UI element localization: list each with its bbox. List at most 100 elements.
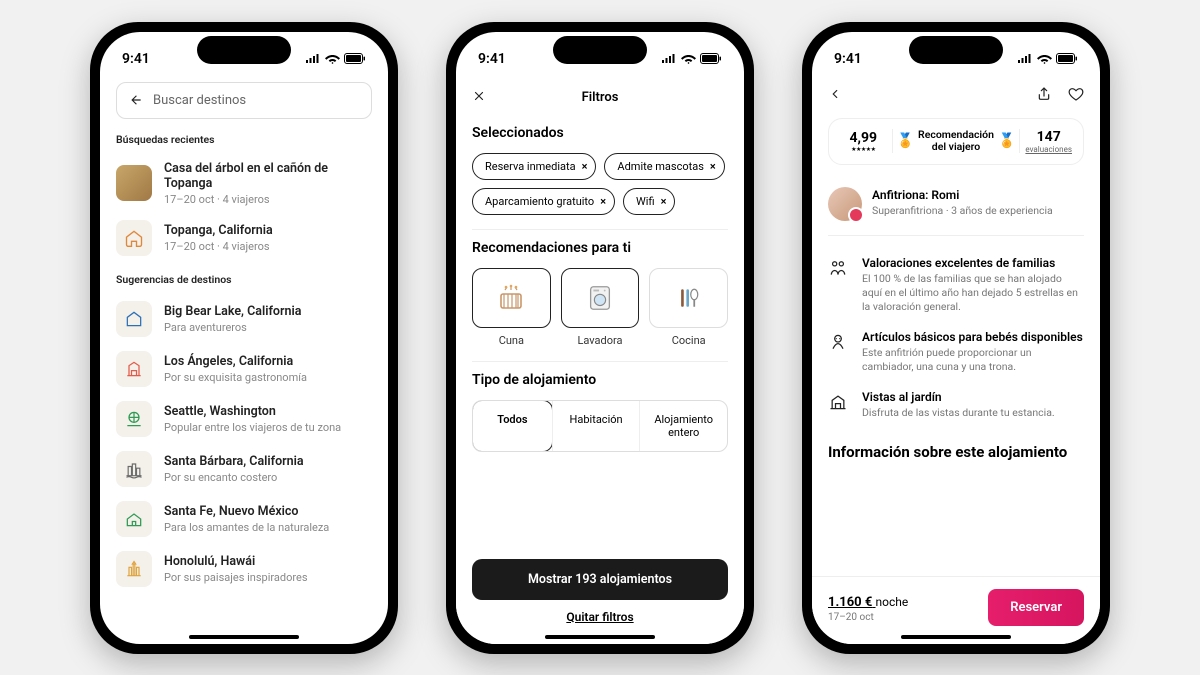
family-icon [828,256,850,315]
rec-card-kitchen[interactable] [649,268,728,328]
chip-label: Reserva inmediata [485,160,576,173]
treehouse-thumb-icon [116,165,152,201]
baby-icon [828,330,850,374]
status-icons [305,53,366,64]
suggestion-title: Seattle, Washington [164,404,341,419]
home-indicator [901,635,1011,639]
modal-title: Filtros [582,90,619,105]
phone-listing: 9:41 4,99 ★★★★★ 🏅 [802,22,1110,654]
suggestion-item[interactable]: Big Bear Lake, California Para aventurero… [116,294,372,344]
clear-filters-link[interactable]: Quitar filtros [472,610,728,624]
phone-filters: 9:41 Filtros Seleccionados Reserva inmed… [446,22,754,654]
suggestion-sub: Popular entre los viajeros de tu zona [164,421,341,434]
phone-search: 9:41 Buscar destinos Búsquedas recientes… [90,22,398,654]
recent-title: Topanga, California [164,223,273,238]
seg-all[interactable]: Todos [472,400,553,452]
host-avatar [828,187,862,221]
host-sub: Superanfitriona · 3 años de experiencia [872,204,1053,218]
suggestion-title: Santa Bárbara, California [164,454,304,469]
back-button[interactable] [828,86,842,105]
home-indicator [545,635,655,639]
suggestion-sub: Para los amantes de la naturaleza [164,521,329,534]
crib-icon [495,282,527,314]
rec-card-washer[interactable] [561,268,640,328]
filter-chip[interactable]: Aparcamiento gratuito × [472,188,615,215]
status-icons [661,53,722,64]
chip-label: Aparcamiento gratuito [485,195,594,208]
chip-remove-icon[interactable]: × [600,195,606,208]
notch [909,36,1003,64]
award-label: Recomendación del viajero [918,129,994,152]
award-box: 4,99 ★★★★★ 🏅 Recomendación del viajero 🏅… [828,118,1084,165]
suggestion-sub: Para aventureros [164,321,301,334]
seg-entire[interactable]: Alojamiento entero [639,401,727,451]
selected-heading: Seleccionados [472,125,728,141]
back-arrow-icon [129,93,143,107]
suggestion-title: Big Bear Lake, California [164,304,301,319]
type-segmented: Todos Habitación Alojamiento entero [472,400,728,452]
rec-label: Lavadora [561,334,640,347]
price-dates: 17–20 oct [828,612,908,623]
reserve-button[interactable]: Reservar [988,589,1084,626]
house-icon [116,220,152,256]
reviews-label[interactable]: evaluaciones [1020,145,1077,154]
suggestion-item[interactable]: Santa Bárbara, CaliforniaPor su encanto … [116,444,372,494]
recent-label: Búsquedas recientes [116,133,372,146]
recent-title: Casa del árbol en el cañón de Topanga [164,161,372,191]
chip-label: Admite mascotas [617,160,703,173]
filter-chip[interactable]: Wifi × [623,188,675,215]
kitchen-icon [675,283,703,313]
search-input[interactable]: Buscar destinos [116,82,372,119]
destination-icon [116,401,152,437]
destination-icon [116,451,152,487]
price[interactable]: 1.160 € noche [828,595,908,610]
suggestion-item[interactable]: Los Ángeles, CaliforniaPor su exquisita … [116,344,372,394]
status-time: 9:41 [122,51,150,67]
seg-room[interactable]: Habitación [552,401,640,451]
chip-label: Wifi [636,195,655,208]
filter-chip[interactable]: Reserva inmediata × [472,153,596,180]
chip-remove-icon[interactable]: × [710,160,716,173]
destination-icon [116,351,152,387]
host-row[interactable]: Anfitriona: Romi Superanfitriona · 3 año… [828,179,1084,236]
feature-sub: Disfruta de las vistas durante tu estanc… [862,406,1055,420]
notch [553,36,647,64]
recent-sub: 17–20 oct · 4 viajeros [164,193,372,206]
suggestion-item[interactable]: Santa Fe, Nuevo México Para los amantes d… [116,494,372,544]
rec-card-crib[interactable] [472,268,551,328]
status-time: 9:41 [478,51,506,67]
close-icon[interactable] [472,88,486,107]
filter-chip[interactable]: Admite mascotas × [604,153,724,180]
recent-item[interactable]: Topanga, California 17–20 oct · 4 viajer… [116,213,372,263]
recent-item[interactable]: Casa del árbol en el cañón de Topanga 17… [116,154,372,213]
search-placeholder: Buscar destinos [153,93,246,108]
suggestion-title: Honolulú, Hawái [164,554,308,569]
chip-remove-icon[interactable]: × [661,195,667,208]
destination-icon [116,551,152,587]
rating-value: 4,99 [835,130,892,146]
suggestion-title: Santa Fe, Nuevo México [164,504,329,519]
heart-icon[interactable] [1068,86,1084,106]
chip-remove-icon[interactable]: × [582,160,588,173]
feature-title: Valoraciones excelentes de familias [862,256,1084,270]
suggestion-item[interactable]: Seattle, Washington Popular entre los via… [116,394,372,444]
suggestion-item[interactable]: Honolulú, HawáiPor sus paisajes inspirad… [116,544,372,594]
stars-icon: ★★★★★ [835,146,892,153]
info-heading: Información sobre este alojamiento [828,443,1084,462]
home-indicator [189,635,299,639]
suggestions-label: Sugerencias de destinos [116,273,372,286]
laurel-left-icon: 🏅 [897,133,914,149]
type-heading: Tipo de alojamiento [472,372,728,388]
suggestion-title: Los Ángeles, California [164,354,307,369]
reviews-count: 147 [1020,129,1077,145]
recent-sub: 17–20 oct · 4 viajeros [164,240,273,253]
recommendations-heading: Recomendaciones para ti [472,240,728,256]
share-icon[interactable] [1036,86,1052,106]
feature-sub: El 100 % de las familias que se han aloj… [862,272,1084,315]
destination-icon [116,501,152,537]
rec-label: Cuna [472,334,551,347]
feature-row: Vistas al jardínDisfruta de las vistas d… [828,382,1084,428]
washer-icon [585,283,615,313]
show-results-button[interactable]: Mostrar 193 alojamientos [472,559,728,600]
laurel-right-icon: 🏅 [998,133,1015,149]
